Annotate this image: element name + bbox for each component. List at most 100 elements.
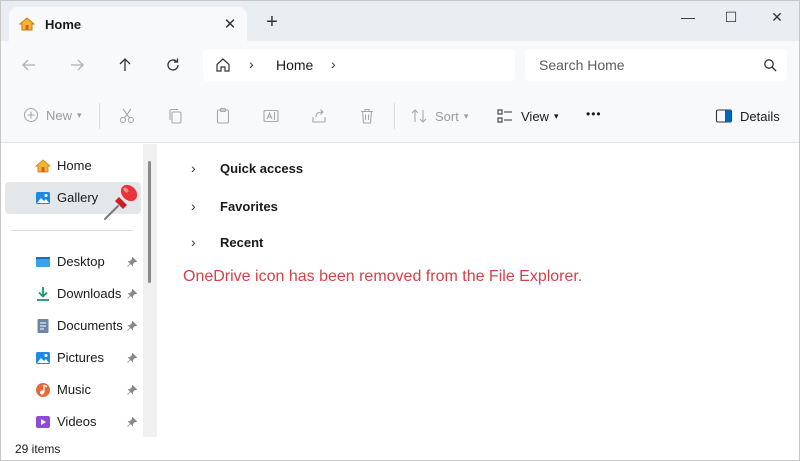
search-box[interactable]: Search Home [525, 49, 787, 81]
refresh-icon [167, 58, 179, 71]
maximize-button[interactable]: ☐ [716, 7, 746, 27]
sidebar-item-label: Videos [57, 414, 97, 429]
sort-button[interactable]: Sort ▾ [410, 107, 468, 125]
pin-icon[interactable] [127, 353, 137, 363]
search-icon[interactable] [763, 58, 777, 72]
pin-icon[interactable] [127, 289, 137, 299]
chevron-right-icon[interactable]: › [191, 198, 205, 214]
sidebar-item-documents[interactable]: Documents [5, 311, 141, 341]
sidebar-item-desktop[interactable]: Desktop [5, 247, 141, 277]
chevron-right-icon[interactable]: › [191, 160, 205, 176]
plus-circle-icon [23, 107, 39, 123]
music-icon [36, 383, 50, 397]
forward-button[interactable] [66, 54, 88, 76]
share-button[interactable] [310, 107, 328, 125]
home-icon [19, 17, 35, 31]
status-bar: 29 items [1, 437, 799, 460]
close-window-button[interactable]: ✕ [762, 7, 792, 27]
delete-button[interactable] [358, 107, 376, 125]
clipboard-icon [216, 107, 230, 124]
cut-button[interactable] [118, 107, 136, 125]
sidebar-item-label: Downloads [57, 286, 122, 301]
sidebar-scrollbar-thumb[interactable] [148, 161, 151, 283]
view-label: View [521, 108, 549, 124]
gallery-icon [36, 192, 50, 204]
chevron-down-icon: ▾ [77, 109, 82, 120]
sidebar-item-label: Home [57, 158, 92, 173]
rename-icon [263, 109, 279, 123]
pin-icon[interactable] [127, 417, 137, 427]
copy-button[interactable] [166, 107, 184, 125]
refresh-button[interactable] [162, 54, 184, 76]
sort-icon [411, 109, 427, 123]
rename-button[interactable] [262, 107, 280, 125]
section-quick-access[interactable]: › Quick access [191, 157, 303, 179]
command-bar: New ▾ Sort ▾ View ▾ ••• Details [1, 89, 799, 143]
documents-icon [37, 319, 49, 333]
chevron-right-icon[interactable]: › [191, 234, 205, 250]
pin-icon[interactable] [127, 385, 137, 395]
red-pushpin-icon [104, 184, 138, 220]
details-label: Details [740, 108, 780, 124]
address-bar[interactable]: › Home › [203, 49, 515, 81]
section-label: Favorites [220, 198, 278, 214]
videos-icon [36, 416, 50, 428]
toolbar-divider [99, 103, 100, 129]
item-count: 29 items [15, 442, 61, 456]
sidebar-item-home[interactable]: Home [5, 151, 141, 181]
downloads-icon [37, 287, 49, 301]
content-area: › Quick access › Favorites › Recent OneD… [157, 144, 799, 437]
sort-label: Sort [435, 108, 459, 124]
back-button[interactable] [18, 54, 40, 76]
search-input[interactable]: Search Home [539, 57, 625, 73]
annotation-note: OneDrive icon has been removed from the … [183, 268, 583, 285]
trash-icon [361, 108, 373, 124]
breadcrumb-chevron[interactable]: › [331, 56, 336, 72]
sidebar-item-label: Pictures [57, 350, 104, 365]
pin-icon[interactable] [127, 321, 137, 331]
scissors-icon [119, 108, 135, 124]
tab-title: Home [45, 17, 82, 32]
sidebar-item-label: Gallery [57, 190, 99, 205]
arrow-up-icon [119, 58, 131, 71]
breadcrumb-home[interactable]: Home [276, 57, 313, 73]
navigation-bar: › Home › Search Home [1, 41, 799, 89]
pictures-icon [36, 352, 50, 364]
sidebar-item-pictures[interactable]: Pictures [5, 343, 141, 373]
close-tab-icon[interactable]: ✕ [221, 15, 239, 33]
paste-button[interactable] [214, 107, 232, 125]
share-icon [312, 109, 326, 123]
chevron-down-icon: ▾ [463, 110, 469, 121]
arrow-left-icon [22, 59, 35, 71]
sidebar-item-music[interactable]: Music [5, 375, 141, 405]
new-button[interactable]: New ▾ [23, 107, 82, 123]
section-recent[interactable]: › Recent [191, 231, 263, 253]
sidebar-item-videos[interactable]: Videos [5, 407, 141, 437]
desktop-icon [36, 257, 50, 267]
section-label: Quick access [220, 160, 304, 176]
up-button[interactable] [114, 54, 136, 76]
sidebar-item-label: Music [57, 382, 91, 397]
breadcrumb-separator[interactable]: › [249, 56, 254, 72]
home-outline-icon[interactable] [215, 57, 231, 73]
toolbar-divider [394, 103, 395, 129]
copy-icon [169, 108, 182, 124]
new-tab-button[interactable]: + [263, 12, 281, 32]
section-favorites[interactable]: › Favorites [191, 195, 278, 217]
sidebar-divider [11, 230, 133, 231]
view-button[interactable]: View ▾ [496, 107, 558, 125]
sidebar-item-label: Documents [57, 318, 123, 333]
pin-icon[interactable] [127, 257, 137, 267]
list-view-icon [497, 109, 512, 123]
section-label: Recent [220, 234, 264, 250]
more-options-button[interactable]: ••• [586, 107, 602, 121]
home-icon [35, 159, 51, 173]
tab-home[interactable]: Home ✕ [9, 7, 247, 41]
details-button[interactable]: Details [715, 107, 780, 125]
minimize-button[interactable]: — [673, 7, 703, 27]
chevron-down-icon: ▾ [553, 110, 559, 121]
new-label: New [46, 107, 73, 123]
sidebar-item-downloads[interactable]: Downloads [5, 279, 141, 309]
details-pane-icon [715, 109, 733, 123]
sidebar-item-label: Desktop [57, 254, 105, 269]
